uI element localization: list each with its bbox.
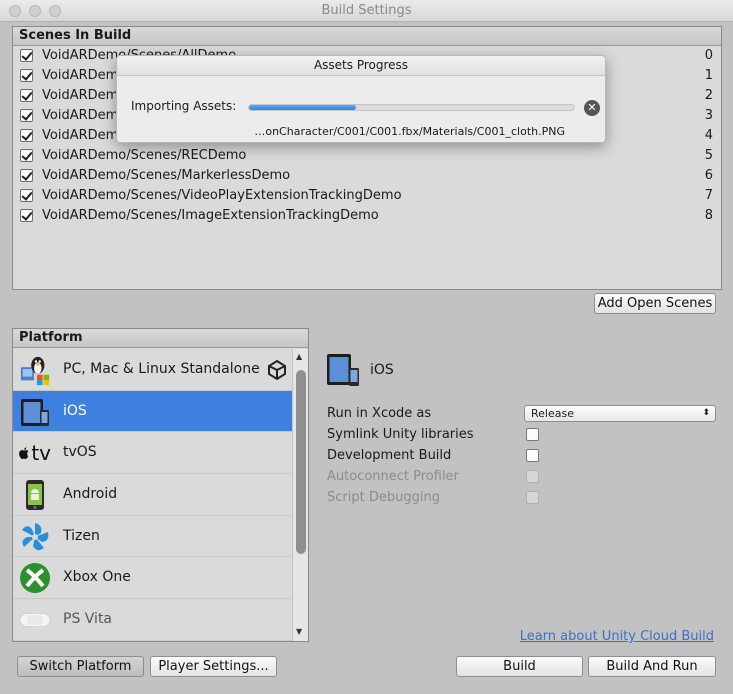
scene-row[interactable]: VoidARDemo/Scenes/ImageExtensionTracking… [13,206,721,226]
platform-label: Xbox One [63,569,131,586]
platform-label: tvOS [63,444,97,461]
progress-label: Importing Assets: [131,99,237,113]
scene-checkbox[interactable] [20,89,33,102]
ios-header-icon [326,352,360,392]
tvos-icon: tv [19,437,51,469]
xbox-icon [19,562,51,594]
add-open-scenes-button[interactable]: Add Open Scenes [594,293,716,314]
scene-index: 2 [704,88,713,103]
scene-checkbox[interactable] [20,169,33,182]
platform-item-ios[interactable]: iOS [13,390,292,433]
run-in-xcode-value: Release [531,407,574,420]
scene-row[interactable]: VoidARDemo/Scenes/VideoPlayExtensionTrac… [13,186,721,206]
build-button[interactable]: Build [456,656,583,677]
scene-checkbox[interactable] [20,189,33,202]
platform-scrollbar[interactable]: ▲ ▼ [292,349,308,641]
run-in-xcode-select[interactable]: Release ⬍ [524,405,716,422]
scene-checkbox[interactable] [20,69,33,82]
progress-bar [248,104,575,111]
window-title: Build Settings [321,3,412,18]
tizen-icon [19,521,51,553]
platform-label: PS Vita [63,611,113,628]
assets-progress-dialog: Assets Progress Importing Assets: ✕ …onC… [116,55,606,143]
platform-label: Tizen [63,527,100,544]
android-icon [19,479,51,511]
scene-index: 7 [704,188,713,203]
scene-index: 4 [704,128,713,143]
scenes-header: Scenes In Build [13,27,721,46]
scroll-up-icon[interactable]: ▲ [296,352,302,361]
player-settings-button[interactable]: Player Settings... [150,656,277,677]
progress-bar-fill [249,105,357,110]
autoconnect-profiler-label: Autoconnect Profiler [327,469,459,484]
scene-checkbox[interactable] [20,149,33,162]
title-bar: Build Settings [0,0,733,22]
platform-item-tvos[interactable]: tv tvOS [13,432,292,475]
scene-row[interactable]: VoidARDemo/Scenes/MarkerlessDemo 6 [13,166,721,186]
script-debugging-label: Script Debugging [327,490,440,505]
scroll-down-icon[interactable]: ▼ [296,627,302,636]
scene-index: 6 [704,168,713,183]
platform-label: iOS [63,402,87,419]
platform-item-tizen[interactable]: Tizen [13,516,292,558]
scene-index: 8 [704,208,713,223]
scene-index: 1 [704,68,713,83]
platform-title: iOS [370,362,394,378]
platform-item-xbox-one[interactable]: Xbox One [13,557,292,600]
scene-name: VoidARDemo/Scenes/VideoPlayExtensionTrac… [42,188,402,203]
symlink-label: Symlink Unity libraries [327,427,474,442]
scene-name: VoidARDemo [42,88,127,103]
scene-row[interactable]: VoidARDemo/Scenes/RECDemo 5 [13,146,721,166]
scene-name: VoidARDemo/Scenes/ImageExtensionTracking… [42,208,379,223]
scene-checkbox[interactable] [20,129,33,142]
scene-name: VoidARDemo [42,108,127,123]
standalone-icon [19,354,51,386]
development-build-label: Development Build [327,448,452,463]
build-settings-window: Build Settings Scenes In Build VoidARDem… [0,0,733,694]
build-and-run-button[interactable]: Build And Run [588,656,716,677]
run-in-xcode-label: Run in Xcode as [327,406,432,421]
platform-item-standalone[interactable]: PC, Mac & Linux Standalone [13,349,292,391]
scene-name: VoidARDemo/Scenes/MarkerlessDemo [42,168,291,183]
development-build-checkbox[interactable] [526,449,539,462]
cancel-icon[interactable]: ✕ [584,100,600,116]
scrollbar-thumb[interactable] [296,370,306,554]
unity-logo-icon [266,359,288,385]
scene-index: 5 [704,148,713,163]
platform-list: PC, Mac & Linux Standalone iOS tv tvOS A… [13,349,292,641]
platform-panel: Platform PC, Mac & Linux Standalone iOS … [12,328,309,642]
psvita-icon [19,604,51,636]
select-arrows-icon: ⬍ [702,408,710,418]
scene-name: VoidARDemo/Scenes/RECDemo [42,148,247,163]
scene-checkbox[interactable] [20,109,33,122]
switch-platform-button[interactable]: Switch Platform [17,656,144,677]
script-debugging-checkbox [526,491,539,504]
autoconnect-profiler-checkbox [526,470,539,483]
platform-item-ps-vita[interactable]: PS Vita [13,599,292,641]
progress-path: …onCharacter/C001/C001.fbx/Materials/C00… [254,125,565,138]
progress-title: Assets Progress [117,56,605,76]
platform-label: Android [63,486,118,503]
scene-name: VoidARDemo [42,128,127,143]
scene-name: VoidARDemo [42,68,127,83]
cloud-build-link[interactable]: Learn about Unity Cloud Build [520,629,714,644]
scene-index: 0 [704,48,713,63]
tvos-mark: tv [31,441,51,466]
platform-header: Platform [13,329,308,348]
scene-index: 3 [704,108,713,123]
scene-checkbox[interactable] [20,209,33,222]
ios-icon [19,396,51,428]
symlink-checkbox[interactable] [526,428,539,441]
platform-label: PC, Mac & Linux Standalone [63,361,260,377]
platform-item-android[interactable]: Android [13,474,292,516]
scene-checkbox[interactable] [20,49,33,62]
